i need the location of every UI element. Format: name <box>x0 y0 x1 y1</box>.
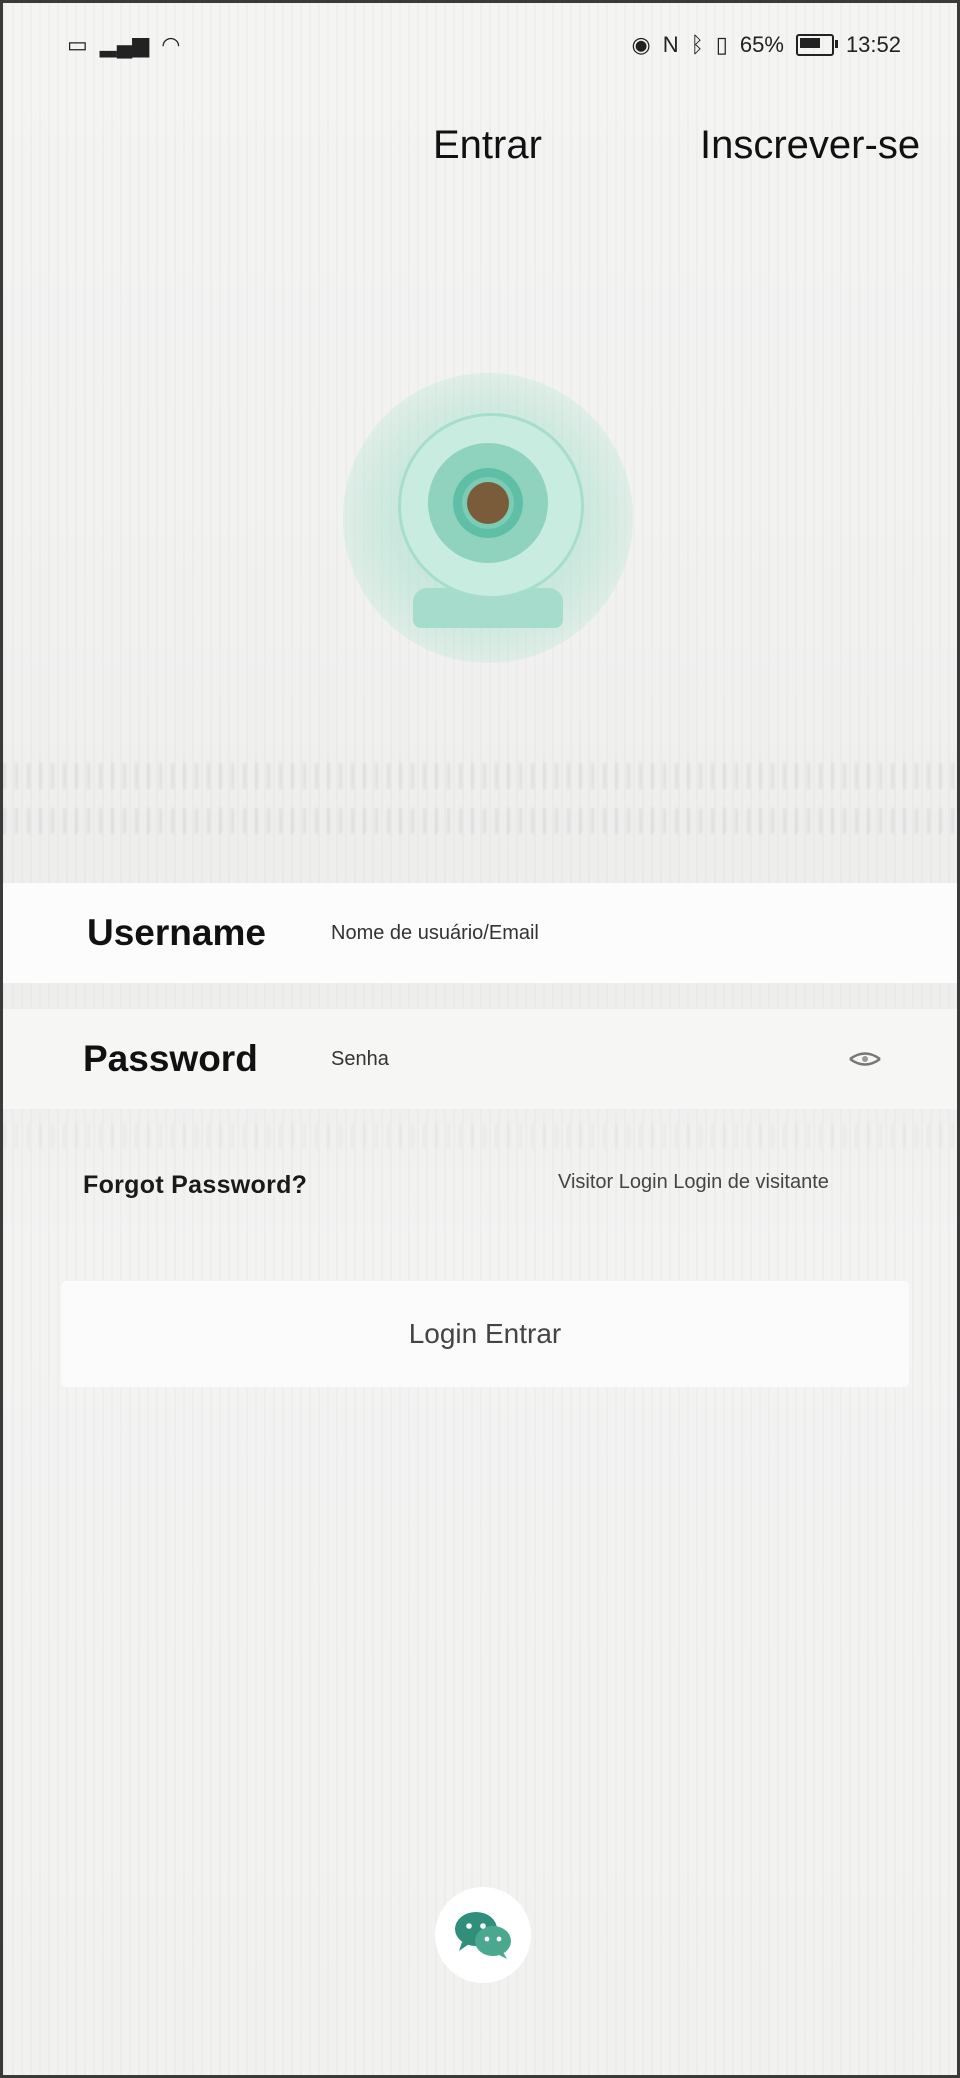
sim-icon: ▭ <box>67 32 88 57</box>
background-texture <box>3 808 957 834</box>
nfc-icon: N <box>662 32 679 57</box>
username-input[interactable] <box>329 907 813 959</box>
visitor-login-link[interactable]: Visitor Login Login de visitante <box>558 1171 829 1194</box>
background-texture <box>3 763 957 789</box>
bluetooth-icon: ᛒ <box>690 32 704 57</box>
wechat-icon <box>455 1912 511 1959</box>
camera-logo-icon <box>343 373 633 663</box>
wechat-login-button[interactable] <box>435 1887 531 1983</box>
eye-closed-icon <box>849 1052 881 1066</box>
status-bar: ▭ ▂▄▆ ◠ ◉ N ᛒ ▯ 65% 13:52 <box>67 23 901 67</box>
username-row: Username <box>3 883 957 983</box>
battery-percent: 65% <box>739 32 784 57</box>
status-time: 13:52 <box>845 32 901 57</box>
logo-lens <box>467 482 509 524</box>
tab-login[interactable]: Entrar <box>433 123 542 168</box>
vibrate-icon: ▯ <box>715 32 728 57</box>
battery-icon <box>795 34 838 56</box>
status-bar-right: ◉ N ᛒ ▯ 65% 13:52 <box>631 32 901 58</box>
background-texture <box>3 1123 957 1149</box>
password-row: Password <box>3 1009 957 1109</box>
tab-register[interactable]: Inscrever-se <box>700 123 920 168</box>
app-screen: ▭ ▂▄▆ ◠ ◉ N ᛒ ▯ 65% 13:52 Entrar Inscrev… <box>0 0 960 2078</box>
login-button[interactable]: Login Entrar <box>61 1281 909 1387</box>
signal-icon: ▂▄▆ <box>99 32 150 57</box>
password-input[interactable] <box>329 1033 813 1085</box>
password-label: Password <box>83 1038 258 1079</box>
eye-icon: ◉ <box>631 32 651 57</box>
password-visibility-toggle[interactable] <box>843 1041 887 1077</box>
username-label: Username <box>87 912 266 953</box>
wifi-icon: ◠ <box>161 32 181 57</box>
forgot-password-link[interactable]: Forgot Password? <box>83 1171 307 1200</box>
status-bar-left: ▭ ▂▄▆ ◠ <box>67 34 180 56</box>
